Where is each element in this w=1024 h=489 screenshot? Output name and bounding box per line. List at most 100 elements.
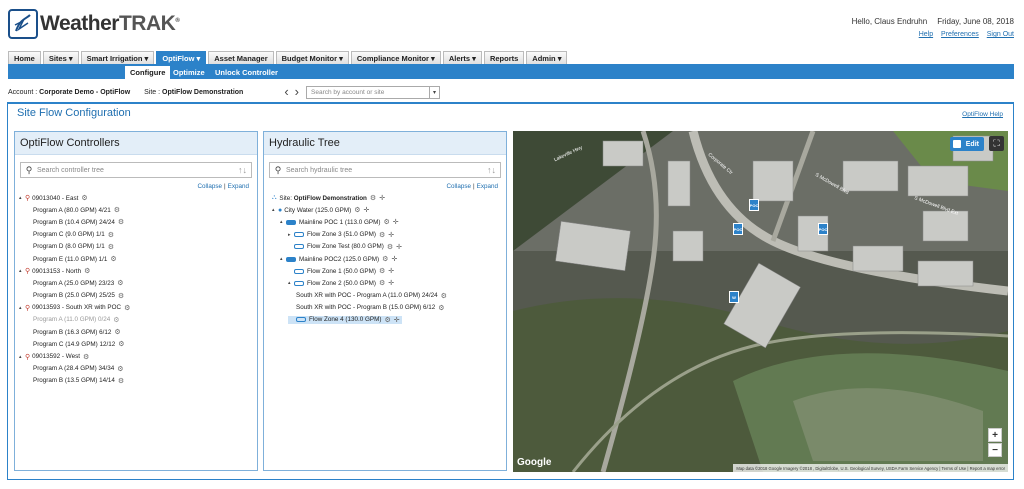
move-icon[interactable]: ✛ [396,243,402,251]
gear-icon[interactable]: ⚙ [110,255,116,263]
controller-row[interactable]: ▴ ⚲ 09013153 - North ⚙ [19,265,130,277]
gear-icon[interactable]: ⚙ [83,353,89,361]
zoom-out-button[interactable]: − [988,443,1002,457]
collapse-link[interactable]: Collapse [197,183,222,190]
sign-out-link[interactable]: Sign Out [987,31,1014,38]
controller-row[interactable]: ▴ ⚲ 09013593 - South XR with POC ⚙ [19,302,130,314]
edit-button[interactable]: Edit [950,137,984,151]
zoom-in-button[interactable]: + [988,428,1002,442]
site-row[interactable]: ⛬ Site: OptiFlow Demonstration ⚙ ✛ [272,192,447,204]
gear-icon[interactable]: ⚙ [114,328,120,336]
gear-icon[interactable]: ⚙ [84,267,90,275]
program-row[interactable]: Program A (25.0 GPM) 23/23 ⚙ [19,277,130,289]
optiflow-help-link[interactable]: OptiFlow Help [962,111,1003,118]
collapse-link[interactable]: Collapse [446,183,471,190]
main-row[interactable]: ▴ Mainline POC 1 (113.0 GPM) ⚙ ✛ [272,216,447,228]
gear-icon[interactable]: ⚙ [117,365,123,373]
subnav-optimize[interactable]: Optimize [168,66,210,79]
program-row[interactable]: Program D (8.0 GPM) 1/1 ⚙ [19,241,130,253]
nav-tab[interactable]: OptiFlow ▾ [156,51,207,65]
nav-tab[interactable]: Compliance Monitor ▾ [350,51,441,65]
move-icon[interactable]: ✛ [388,279,394,287]
gear-icon[interactable]: ⚙ [382,255,388,263]
dropdown-arrow-icon[interactable]: ▾ [429,87,439,98]
move-icon[interactable]: ✛ [393,218,399,226]
gear-icon[interactable]: ⚙ [118,218,124,226]
gear-icon[interactable]: ⚙ [441,292,447,300]
move-icon[interactable]: ✛ [394,316,400,324]
sort-arrows-icon[interactable]: ↑↓ [238,165,247,175]
gear-icon[interactable]: ⚙ [370,194,376,202]
map-attribution[interactable]: Map data ©2018 Google Imagery ©2018 , Di… [733,464,1008,472]
chevron-right-icon[interactable]: › [295,85,299,98]
move-icon[interactable]: ✛ [388,231,394,239]
poc-marker[interactable]: POC [733,223,743,235]
zone-row[interactable]: Flow Zone 1 (50.0 GPM) ⚙ ✛ [272,265,447,277]
program-row[interactable]: Program C (14.9 GPM) 12/12 ⚙ [19,338,130,350]
gear-icon[interactable]: ⚙ [114,206,120,214]
program-row[interactable]: Program B (13.5 GPM) 14/14 ⚙ [19,375,130,387]
help-link[interactable]: Help [919,31,933,38]
satellite-map[interactable]: Corporate Ctr S McDowell Blvd S McDowell… [513,131,1008,472]
nav-tab[interactable]: Asset Manager [208,51,274,65]
gear-icon[interactable]: ⚙ [384,316,390,324]
gear-icon[interactable]: ⚙ [387,243,393,251]
weathertrak-logo[interactable]: WeatherTRAK® [8,8,180,40]
gear-icon[interactable]: ⚙ [113,316,119,324]
gear-icon[interactable]: ⚙ [354,206,360,214]
gear-icon[interactable]: ⚙ [438,304,444,312]
zone-row[interactable]: Flow Zone 4 (130.0 GPM) ⚙ ✛ [272,314,447,326]
nav-tab[interactable]: Budget Monitor ▾ [275,51,349,65]
program-row[interactable]: Program E (11.0 GPM) 1/1 ⚙ [19,253,130,265]
program-row[interactable]: Program B (16.3 GPM) 6/12 ⚙ [19,326,130,338]
main-row[interactable]: ▴ Mainline POC2 (125.0 GPM) ⚙ ✛ [272,253,447,265]
poc-marker[interactable]: POC [749,199,759,211]
gear-icon[interactable]: ⚙ [383,218,389,226]
program-row[interactable]: Program A (28.4 GPM) 34/34 ⚙ [19,363,130,375]
fullscreen-icon[interactable]: ⛶ [989,136,1004,151]
subnav-configure[interactable]: Configure [125,66,171,79]
sort-arrows-icon[interactable]: ↑↓ [487,165,496,175]
nav-tab[interactable]: Admin ▾ [526,51,568,65]
chevron-left-icon[interactable]: ‹ [284,85,288,98]
subnav-unlock-controller[interactable]: Unlock Controller [210,66,283,79]
water-row[interactable]: ▴ ● City Water (125.0 GPM) ⚙ ✛ [272,204,447,216]
program-row[interactable]: Program B (25.0 GPM) 25/25 ⚙ [19,290,130,302]
nav-tab[interactable]: Home [8,51,41,65]
poc-marker[interactable]: POC [818,223,828,235]
controller-search-input[interactable]: ⚲ Search controller tree ↑↓ [20,162,252,178]
nav-tab[interactable]: Alerts ▾ [442,51,482,65]
zone-row[interactable]: ▸ Flow Zone 3 (51.0 GPM) ⚙ ✛ [272,229,447,241]
nav-tab[interactable]: Reports [483,51,525,65]
gear-icon[interactable]: ⚙ [117,279,123,287]
gear-icon[interactable]: ⚙ [118,377,124,385]
expand-link[interactable]: Expand [477,183,498,190]
zone-row[interactable]: Flow Zone Test (80.0 GPM) ⚙ ✛ [272,241,447,253]
move-icon[interactable]: ✛ [379,194,385,202]
program-row[interactable]: Program A (11.0 GPM) 0/24 ⚙ [19,314,130,326]
move-icon[interactable]: ✛ [388,267,394,275]
move-icon[interactable]: ✛ [391,255,397,263]
gear-icon[interactable]: ⚙ [124,304,130,312]
gear-icon[interactable]: ⚙ [379,279,385,287]
gear-icon[interactable]: ⚙ [108,231,114,239]
gear-icon[interactable]: ⚙ [379,231,385,239]
water-marker[interactable]: W [729,291,739,303]
program-row[interactable]: Program B (10.4 GPM) 24/24 ⚙ [19,216,130,228]
gear-icon[interactable]: ⚙ [81,194,87,202]
site-search-input[interactable]: Search by account or site ▾ [306,86,440,99]
preferences-link[interactable]: Preferences [941,31,979,38]
move-icon[interactable]: ✛ [363,206,369,214]
prog-row[interactable]: South XR with POC - Program A (11.0 GPM)… [272,290,447,302]
expand-link[interactable]: Expand [228,183,249,190]
nav-tab[interactable]: Sites ▾ [42,51,79,65]
program-row[interactable]: Program A (80.0 GPM) 4/21 ⚙ [19,204,130,216]
zone-row[interactable]: ▴ Flow Zone 2 (50.0 GPM) ⚙ ✛ [272,277,447,289]
gear-icon[interactable]: ⚙ [108,243,114,251]
program-row[interactable]: Program C (9.0 GPM) 1/1 ⚙ [19,229,130,241]
controller-row[interactable]: ▴ ⚲ 09013592 - West ⚙ [19,350,130,362]
nav-tab[interactable]: Smart Irrigation ▾ [80,51,155,65]
gear-icon[interactable]: ⚙ [118,292,124,300]
controller-row[interactable]: ▴ ⚲ 09013040 - East ⚙ [19,192,130,204]
gear-icon[interactable]: ⚙ [379,267,385,275]
